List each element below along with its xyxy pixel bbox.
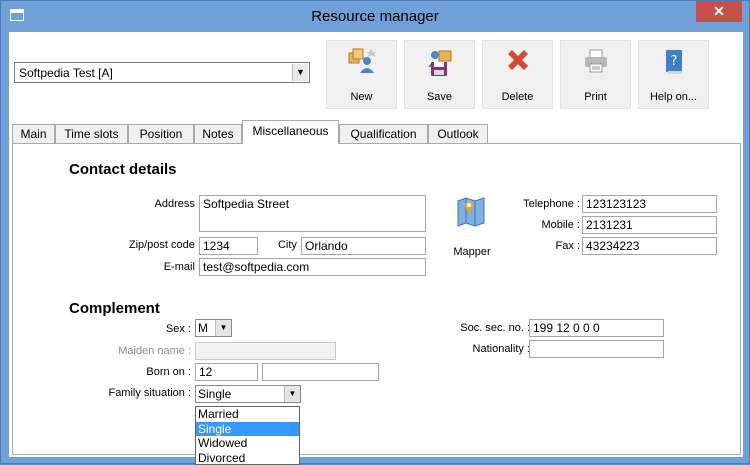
help-button[interactable]: ? Help on... [638, 40, 709, 109]
tab-miscellaneous[interactable]: Miscellaneous [242, 120, 339, 144]
delete-icon [503, 47, 533, 77]
resource-select[interactable]: Softpedia Test [A] ▼ [14, 62, 310, 83]
mobile-label: Mobile : [541, 219, 580, 231]
tab-main[interactable]: Main [12, 124, 55, 143]
tab-outlook[interactable]: Outlook [428, 124, 488, 143]
family-option-single[interactable]: Single [196, 422, 299, 437]
born-on-label: Born on : [146, 366, 191, 378]
address-field[interactable]: Softpedia Street [199, 195, 426, 232]
printer-icon [581, 47, 611, 77]
family-situation-value: Single [198, 387, 231, 401]
chevron-down-icon[interactable]: ▼ [284, 386, 300, 402]
svg-text:?: ? [671, 54, 678, 69]
new-button[interactable]: New [326, 40, 397, 109]
mapper-button[interactable] [456, 195, 486, 227]
telephone-label: Telephone : [523, 198, 580, 210]
tab-qualification[interactable]: Qualification [339, 124, 428, 143]
born-date-field[interactable] [262, 363, 379, 381]
sex-select-value: M [198, 321, 208, 335]
delete-button-label: Delete [483, 91, 552, 103]
city-label: City : [278, 239, 303, 251]
sex-select[interactable]: M ▼ [195, 319, 232, 337]
maiden-name-label: Maiden name : [118, 345, 191, 357]
born-day-field[interactable]: 12 [195, 363, 258, 381]
mapper-label: Mapper [446, 246, 498, 258]
new-resource-icon [347, 47, 377, 77]
tab-notes[interactable]: Notes [194, 124, 242, 143]
print-button-label: Print [561, 91, 630, 103]
help-book-icon: ? [659, 47, 689, 77]
zip-label: Zip/post code : [129, 239, 201, 251]
family-situation-dropdown: Married Single Widowed Divorced [195, 406, 300, 465]
resource-manager-window: Resource manager ✕ Softpedia Test [A] ▼ … [0, 0, 750, 464]
email-field[interactable]: test@softpedia.com [199, 258, 426, 276]
delete-button[interactable]: Delete [482, 40, 553, 109]
family-situation-select[interactable]: Single ▼ [195, 385, 301, 403]
zip-field[interactable]: 1234 [199, 237, 258, 255]
chevron-down-icon[interactable]: ▼ [215, 320, 231, 336]
family-situation-label: Family situation : [108, 387, 191, 399]
nationality-label: Nationality : [473, 343, 530, 355]
nationality-field[interactable] [529, 340, 664, 358]
address-label: Address : [155, 198, 201, 210]
ssn-field[interactable]: 199 12 0 0 0 [529, 319, 664, 337]
mobile-field[interactable]: 2131231 [582, 216, 717, 234]
map-pin-icon [456, 195, 486, 227]
contact-details-heading: Contact details [69, 161, 177, 178]
family-option-married[interactable]: Married [196, 407, 299, 422]
family-option-divorced[interactable]: Divorced [196, 451, 299, 465]
complement-heading: Complement [69, 300, 160, 317]
chevron-down-icon[interactable]: ▼ [292, 64, 308, 81]
help-button-label: Help on... [639, 91, 708, 103]
print-button[interactable]: Print [560, 40, 631, 109]
save-button[interactable]: Save [404, 40, 475, 109]
miscellaneous-panel: Contact details Address : Softpedia Stre… [12, 143, 741, 455]
window-title: Resource manager [1, 8, 749, 25]
close-button[interactable]: ✕ [696, 1, 742, 22]
ssn-label: Soc. sec. no. : [460, 322, 530, 334]
sex-label: Sex : [166, 323, 191, 335]
fax-label: Fax : [556, 240, 580, 252]
title-bar[interactable]: Resource manager ✕ [1, 1, 749, 32]
tab-position[interactable]: Position [128, 124, 194, 143]
fax-field[interactable]: 43234223 [582, 237, 717, 255]
client-area: Softpedia Test [A] ▼ New Save [9, 32, 743, 457]
new-button-label: New [327, 91, 396, 103]
resource-select-value: Softpedia Test [A] [19, 66, 113, 80]
save-icon [425, 47, 455, 77]
city-field[interactable]: Orlando [301, 237, 426, 255]
family-option-widowed[interactable]: Widowed [196, 436, 299, 451]
save-button-label: Save [405, 91, 474, 103]
email-label: E-mail : [164, 261, 201, 273]
tab-time-slots[interactable]: Time slots [55, 124, 128, 143]
telephone-field[interactable]: 123123123 [582, 195, 717, 213]
maiden-name-field[interactable] [195, 342, 336, 360]
